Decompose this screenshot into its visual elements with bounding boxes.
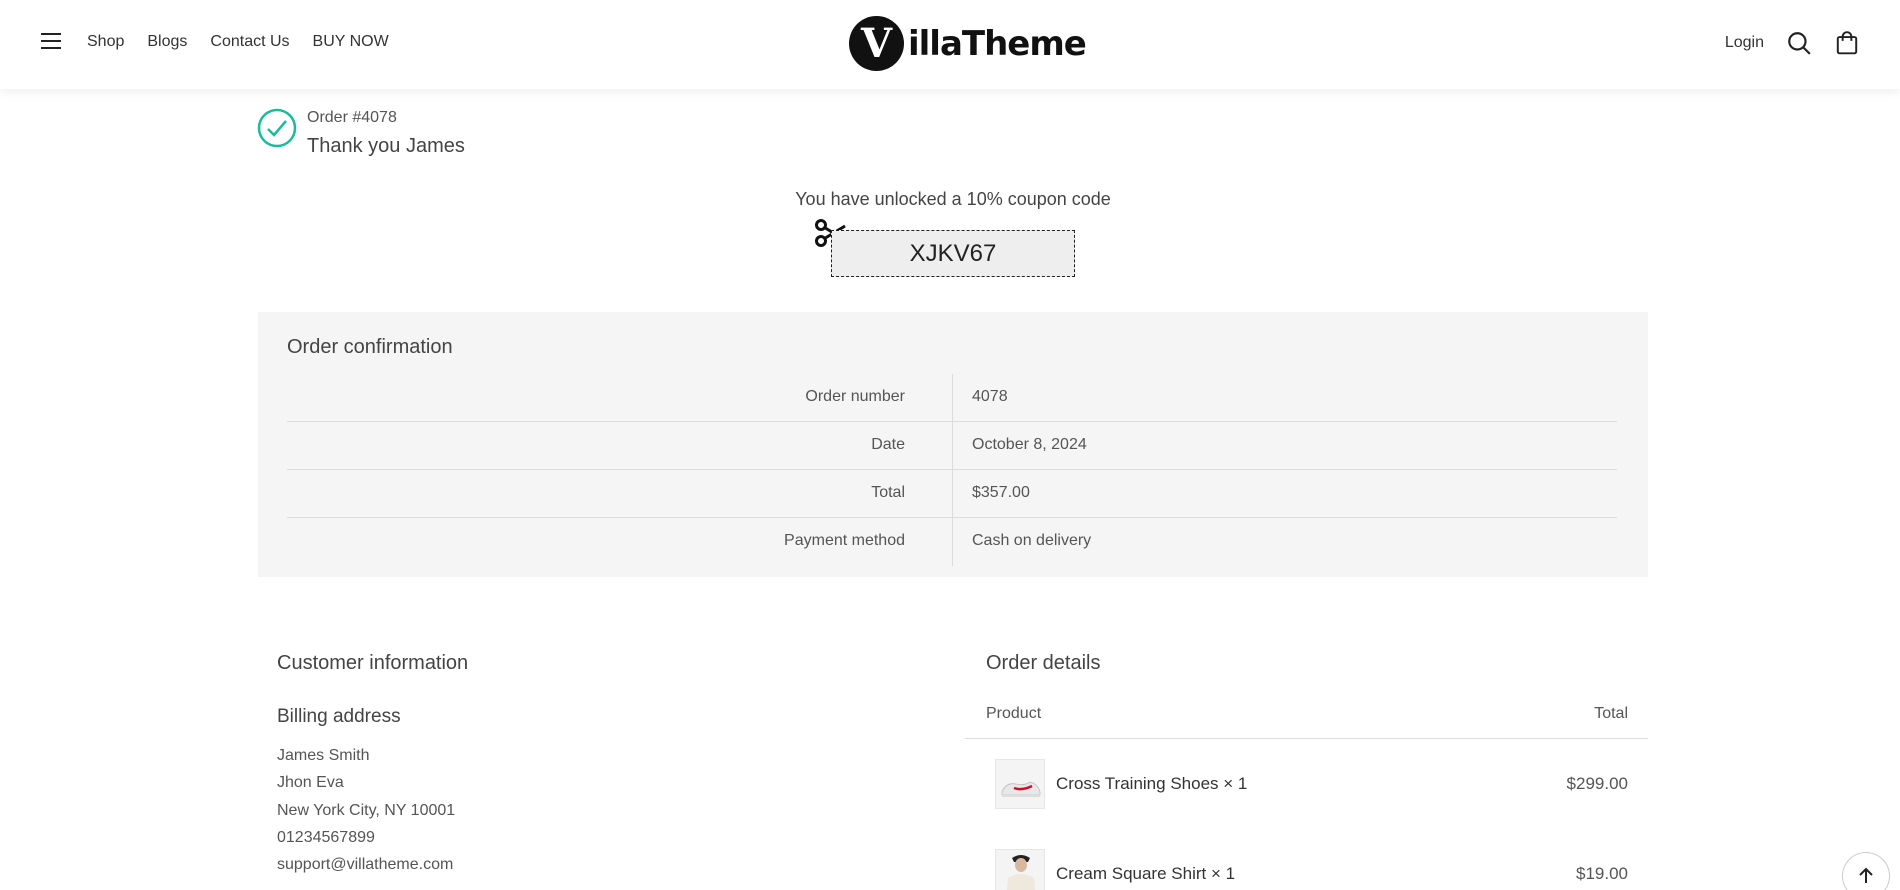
product-name[interactable]: Cream Square Shirt × 1	[1056, 864, 1235, 884]
billing-phone: 01234567899	[277, 829, 375, 846]
billing-email: support@villatheme.com	[277, 856, 454, 873]
order-confirmation-panel: Order confirmation Order number 4078 Dat…	[258, 312, 1648, 577]
main-nav: Shop Blogs Contact Us BUY NOW	[87, 33, 389, 51]
order-item: Cream Square Shirt × 1 $19.00	[995, 849, 1628, 890]
row-value: Cash on delivery	[972, 532, 1092, 549]
customer-info-title: Customer information	[277, 652, 469, 674]
confirmation-row: Total $357.00	[287, 470, 1617, 518]
nav-blogs[interactable]: Blogs	[147, 33, 187, 51]
product-name[interactable]: Cross Training Shoes × 1	[1056, 774, 1247, 794]
scroll-to-top-button[interactable]	[1842, 852, 1890, 890]
order-number-heading: Order #4078	[307, 109, 397, 126]
shoe-image	[996, 760, 1044, 808]
thank-you-message: Thank you James	[307, 135, 465, 157]
confirmation-row: Order number 4078	[287, 374, 1617, 422]
column-header-total: Total	[1594, 705, 1628, 722]
nav-shop[interactable]: Shop	[87, 33, 124, 51]
coupon-code[interactable]: XJKV67	[831, 230, 1075, 277]
site-header: Shop Blogs Contact Us BUY NOW V illaThem…	[0, 0, 1900, 89]
coupon-message: You have unlocked a 10% coupon code	[795, 189, 1111, 209]
arrow-up-icon	[1859, 867, 1873, 883]
header-actions: Login	[1725, 30, 1860, 56]
column-header-product: Product	[986, 705, 1042, 722]
nav-contact-us[interactable]: Contact Us	[210, 33, 289, 51]
cart-icon[interactable]	[1834, 30, 1860, 56]
logo-text: illaTheme	[908, 23, 1087, 64]
billing-name: James Smith	[277, 747, 370, 764]
product-thumbnail[interactable]	[995, 849, 1045, 890]
row-value: $357.00	[972, 484, 1030, 501]
row-label: Date	[871, 436, 905, 453]
row-label: Total	[871, 484, 905, 501]
confirmation-row: Payment method Cash on delivery	[287, 518, 1617, 566]
row-label: Payment method	[784, 532, 905, 549]
row-value: 4078	[972, 388, 1008, 405]
login-link[interactable]: Login	[1725, 34, 1764, 52]
row-label: Order number	[805, 388, 905, 405]
search-icon[interactable]	[1786, 30, 1812, 56]
row-value: October 8, 2024	[972, 436, 1087, 453]
menu-icon[interactable]	[41, 33, 61, 49]
billing-address-title: Billing address	[277, 706, 401, 727]
table-divider	[965, 738, 1648, 739]
product-thumbnail[interactable]	[995, 759, 1045, 809]
nav-buy-now[interactable]: BUY NOW	[313, 33, 389, 51]
confirmation-row: Date October 8, 2024	[287, 422, 1617, 470]
order-confirmation-title: Order confirmation	[287, 336, 453, 358]
billing-line-2: Jhon Eva	[277, 774, 344, 791]
billing-city: New York City, NY 10001	[277, 802, 456, 819]
site-logo[interactable]: V illaTheme	[849, 16, 1087, 71]
check-circle-icon	[257, 108, 297, 148]
product-price: $19.00	[1576, 864, 1628, 883]
order-item: Cross Training Shoes × 1 $299.00	[995, 759, 1628, 809]
logo-mark: V	[849, 16, 904, 71]
shirt-image	[996, 850, 1044, 890]
order-details-title: Order details	[986, 652, 1101, 674]
product-price: $299.00	[1566, 774, 1628, 793]
